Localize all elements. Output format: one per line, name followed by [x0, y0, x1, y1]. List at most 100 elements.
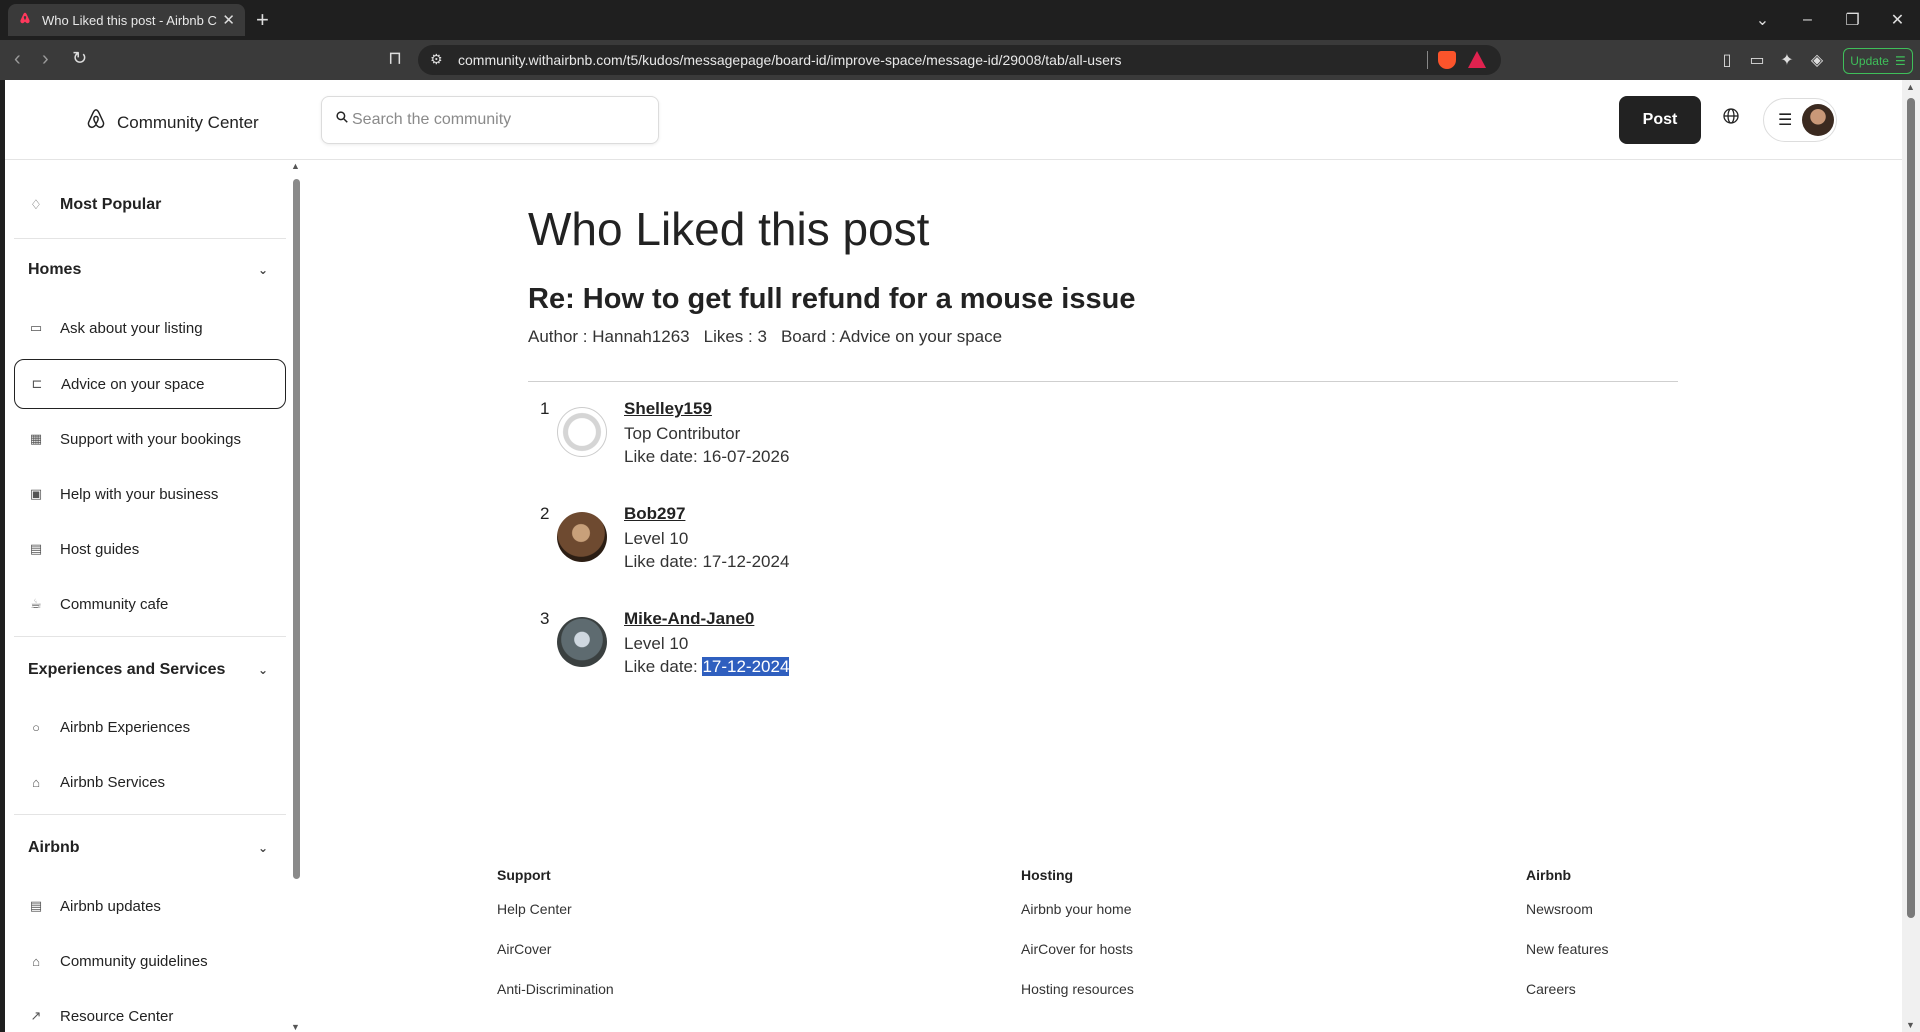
sidebar-item-community-cafe[interactable]: ☕ Community cafe	[14, 579, 286, 629]
sidebar-item-advice-on-space[interactable]: ⊏ Advice on your space	[14, 359, 286, 409]
liker-username-link[interactable]: Mike-And-Jane0	[624, 609, 754, 629]
globe-icon[interactable]	[1723, 108, 1739, 129]
post-button[interactable]: Post	[1619, 96, 1701, 144]
scroll-up-icon[interactable]: ▲	[1906, 82, 1915, 92]
tab-list-icon[interactable]: ⌄	[1740, 10, 1785, 30]
scroll-down-icon[interactable]: ▼	[1906, 1020, 1915, 1030]
chevron-down-icon: ⌄	[257, 263, 268, 277]
section-title: Experiences and Services	[28, 661, 226, 678]
bookmark-icon[interactable]: ⊓	[388, 48, 402, 69]
reload-icon[interactable]: ↻	[72, 48, 87, 69]
liker-username-link[interactable]: Bob297	[624, 504, 685, 524]
footer-link[interactable]: Help Center	[497, 901, 614, 941]
leo-ai-icon[interactable]: ✦	[1778, 50, 1796, 70]
airbnb-logo-icon	[85, 108, 107, 137]
footer-link[interactable]: AirCover	[497, 941, 614, 981]
footer-link[interactable]: Hosting resources	[1021, 981, 1134, 1021]
brave-shield-icon[interactable]	[1438, 51, 1456, 69]
like-date-value: 17-12-2024	[702, 552, 790, 571]
like-date-label: Like date:	[624, 657, 703, 676]
sidebar-item-support-bookings[interactable]: ▦ Support with your bookings	[14, 414, 286, 464]
money-icon: ▣	[29, 486, 43, 501]
external-link-icon: ↗	[30, 1008, 42, 1023]
building-icon: ▦	[29, 431, 43, 446]
back-icon[interactable]: ‹	[14, 48, 21, 71]
sidebar-toggle-icon[interactable]: ▯	[1718, 50, 1736, 70]
vpn-icon[interactable]: ◈	[1808, 50, 1826, 70]
new-tab-icon[interactable]: +	[256, 7, 269, 33]
liker-username-link[interactable]: Shelley159	[624, 399, 712, 419]
sidebar-item-airbnb-updates[interactable]: ▤ Airbnb updates	[14, 881, 286, 931]
browser-tab-bar: Who Liked this post - Airbnb Co ✕ + ⌄ – …	[0, 0, 1920, 40]
sidebar-item-help-business[interactable]: ▣ Help with your business	[14, 469, 286, 519]
post-likes: Likes : 3	[703, 327, 767, 346]
community-logo[interactable]: Community Center	[85, 108, 259, 137]
close-tab-icon[interactable]: ✕	[222, 11, 235, 29]
sidebar-item-most-popular[interactable]: ♢ Most Popular	[14, 180, 286, 230]
scroll-down-icon[interactable]: ▼	[291, 1022, 300, 1032]
sidebar-scrollbar[interactable]: ▲ ▼	[291, 161, 301, 1032]
sidebar-item-host-guides[interactable]: ▤ Host guides	[14, 524, 286, 574]
book-icon: ▤	[29, 541, 43, 556]
menu-icon: ☰	[1894, 54, 1906, 68]
scrollbar-thumb[interactable]	[293, 179, 300, 879]
section-title: Homes	[28, 261, 82, 278]
address-divider	[1427, 51, 1428, 69]
sidebar-item-resource-center[interactable]: ↗ Resource Center	[14, 991, 286, 1032]
search-input[interactable]	[352, 109, 642, 131]
minimize-icon[interactable]: –	[1785, 11, 1830, 29]
avatar[interactable]	[557, 512, 607, 562]
toolbar-icons: ▯ ▭ ✦ ◈	[1718, 50, 1826, 70]
like-date: Like date: 16-07-2026	[624, 447, 789, 467]
brave-rewards-icon[interactable]	[1468, 51, 1486, 68]
close-window-icon[interactable]: ✕	[1875, 10, 1920, 30]
wallet-icon[interactable]: ▭	[1748, 50, 1766, 70]
restore-icon[interactable]: ❐	[1830, 10, 1875, 30]
url-text[interactable]: community.withairbnb.com/t5/kudos/messag…	[458, 52, 1122, 68]
sidebar-nav: ♢ Most Popular Homes ⌄ ▭ Ask about your …	[5, 161, 295, 1032]
sidebar-section-homes[interactable]: Homes ⌄	[28, 261, 278, 279]
tab-title: Who Liked this post - Airbnb Co	[42, 12, 217, 28]
search-box[interactable]	[321, 96, 659, 144]
avatar[interactable]	[557, 617, 607, 667]
sidebar-item-label: Airbnb Services	[60, 773, 166, 791]
footer-column-hosting: Hosting Airbnb your home AirCover for ho…	[1021, 867, 1134, 1021]
update-button[interactable]: Update ☰	[1843, 48, 1913, 74]
footer-link[interactable]: Careers	[1526, 981, 1608, 1021]
footer-link[interactable]: AirCover for hosts	[1021, 941, 1134, 981]
sidebar-section-experiences[interactable]: Experiences and Services ⌄	[28, 661, 278, 679]
page-title: Who Liked this post	[528, 203, 930, 255]
sidebar-divider	[14, 636, 286, 637]
chevron-down-icon: ⌄	[257, 841, 268, 855]
sidebar-item-label: Airbnb Experiences	[60, 718, 191, 736]
address-bar[interactable]: ⚙ community.withairbnb.com/t5/kudos/mess…	[418, 45, 1501, 75]
sidebar-item-label: Help with your business	[60, 485, 219, 503]
scrollbar-thumb[interactable]	[1907, 98, 1915, 918]
page-scrollbar[interactable]: ▲ ▼	[1902, 80, 1920, 1032]
scroll-up-icon[interactable]: ▲	[291, 161, 300, 171]
footer-column-support: Support Help Center AirCover Anti-Discri…	[497, 867, 614, 1021]
browser-tab[interactable]: Who Liked this post - Airbnb Co ✕	[8, 4, 245, 36]
footer-heading: Support	[497, 867, 551, 883]
site-settings-icon[interactable]: ⚙	[430, 51, 443, 68]
footer-link[interactable]: Newsroom	[1526, 901, 1608, 941]
sidebar-item-label: Support with your bookings	[60, 430, 241, 448]
liker-number: 3	[540, 609, 550, 628]
user-menu-button[interactable]: ☰	[1763, 98, 1837, 142]
forward-icon[interactable]: ›	[42, 48, 49, 71]
footer-link[interactable]: New features	[1526, 941, 1608, 981]
sidebar-item-airbnb-experiences[interactable]: ○ Airbnb Experiences	[14, 702, 286, 752]
footer-link[interactable]: Airbnb your home	[1021, 901, 1134, 941]
footer-link[interactable]: Anti-Discrimination	[497, 981, 614, 1021]
section-title: Airbnb	[28, 839, 80, 856]
sidebar-item-community-guidelines[interactable]: ⌂ Community guidelines	[14, 936, 286, 986]
page-viewport: Community Center Post ☰ ♢ Most Popular H…	[5, 80, 1902, 1032]
sidebar-item-airbnb-services[interactable]: ⌂ Airbnb Services	[14, 757, 286, 807]
coffee-cup-icon: ☕	[30, 596, 42, 611]
search-icon	[336, 110, 348, 126]
sidebar-item-ask-about-listing[interactable]: ▭ Ask about your listing	[14, 303, 286, 353]
sidebar-section-airbnb[interactable]: Airbnb ⌄	[28, 839, 278, 857]
flame-icon: ♢	[30, 197, 42, 212]
post-board: Board : Advice on your space	[780, 327, 1003, 346]
avatar[interactable]	[557, 407, 607, 457]
